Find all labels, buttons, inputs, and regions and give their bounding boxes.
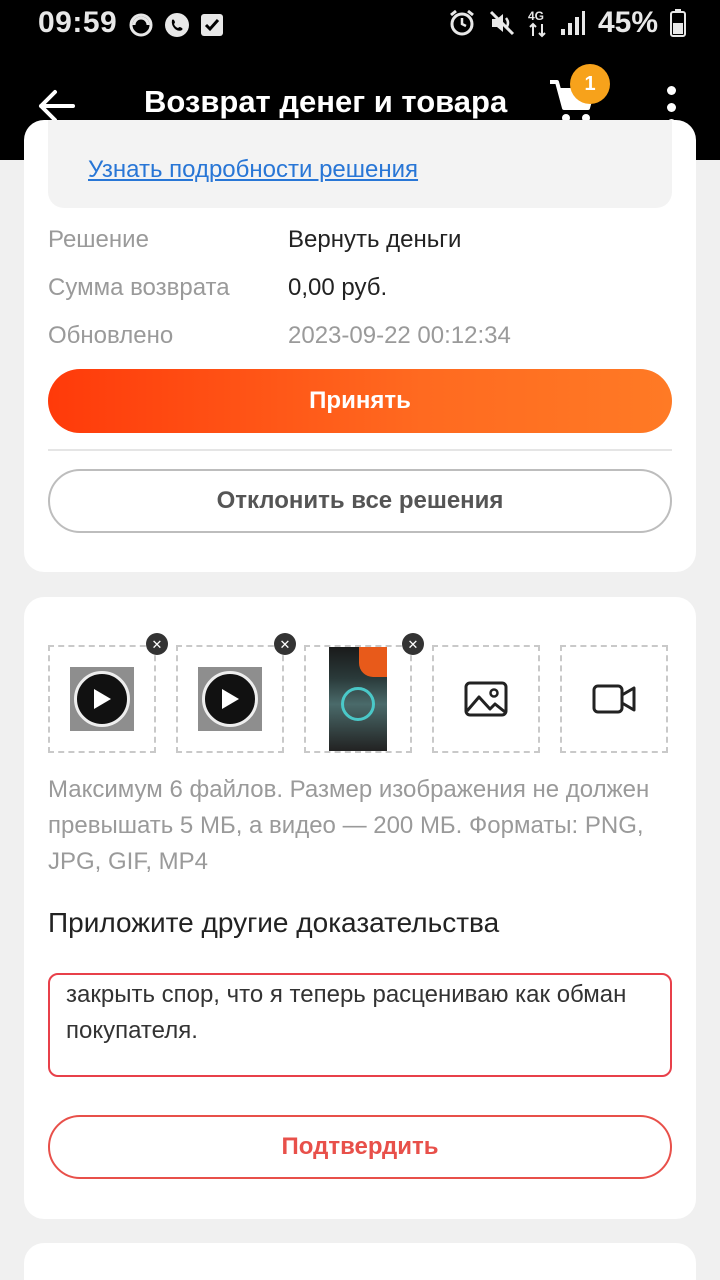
battery-percent: 45% [597,6,658,39]
image-icon [464,681,508,717]
video-thumbnail [70,667,134,731]
alarm-icon [450,9,474,36]
sync-icon [129,13,153,37]
decision-details-link[interactable]: Узнать подробности решения [88,156,418,184]
add-video-button[interactable] [560,645,668,753]
evidence-text: не предлагал взамен неоднократно просил … [66,981,627,1044]
add-image-button[interactable] [432,645,540,753]
evidence-card: ✕ ✕ ✕ Максимум 6 файлов. Размер изображе… [24,597,696,1219]
refund-amount-value: 0,00 руб. [288,274,388,301]
attachments-row: ✕ ✕ ✕ [48,633,668,753]
divider [48,449,672,451]
evidence-title: Приложите другие доказательства [48,907,500,938]
decision-card: Узнать подробности решения Решение Верну… [24,120,696,572]
status-right: 4G 45% [448,6,686,40]
refund-amount-label: Сумма возврата [48,274,230,301]
signal-icon [560,11,585,35]
remove-attachment-icon[interactable]: ✕ [146,633,168,655]
image-thumbnail [329,647,387,751]
video-camera-icon [592,684,636,714]
play-icon [74,671,130,727]
play-icon [202,671,258,727]
attachment-video[interactable]: ✕ [48,633,168,753]
phone-icon [165,13,189,37]
evidence-textarea[interactable]: не предлагал взамен неоднократно просил … [48,973,672,1077]
mute-icon [489,10,515,36]
dot-icon [666,86,676,95]
attachment-video[interactable]: ✕ [176,633,296,753]
decision-label: Решение [48,226,149,253]
video-thumbnail [198,667,262,731]
upload-hint: Максимум 6 файлов. Размер изображения не… [48,776,650,875]
dot-icon [666,102,676,112]
cart-count-badge: 1 [570,64,610,104]
decision-value: Вернуть деньги [288,226,462,253]
remove-attachment-icon[interactable]: ✕ [274,633,296,655]
next-card [24,1243,696,1280]
attachment-image[interactable]: ✕ [304,633,424,753]
remove-attachment-icon[interactable]: ✕ [402,633,424,655]
details-box: Узнать подробности решения [48,120,672,208]
status-time: 09:59 [38,6,118,39]
battery-icon [670,9,686,37]
accept-button[interactable]: Принять [48,369,672,433]
status-bar: 09:59 4G 45% [0,0,720,52]
network-4g-icon: 4G [528,9,546,38]
checkbox-icon [201,14,223,36]
arrow-left-icon [39,90,75,122]
confirm-button[interactable]: Подтвердить [48,1115,672,1179]
page-title: Возврат денег и товара [144,84,508,119]
updated-label: Обновлено [48,322,174,349]
status-notification-icons [128,12,224,38]
reject-all-button[interactable]: Отклонить все решения [48,469,672,533]
svg-text:4G: 4G [528,9,544,23]
updated-value: 2023-09-22 00:12:34 [288,322,511,349]
